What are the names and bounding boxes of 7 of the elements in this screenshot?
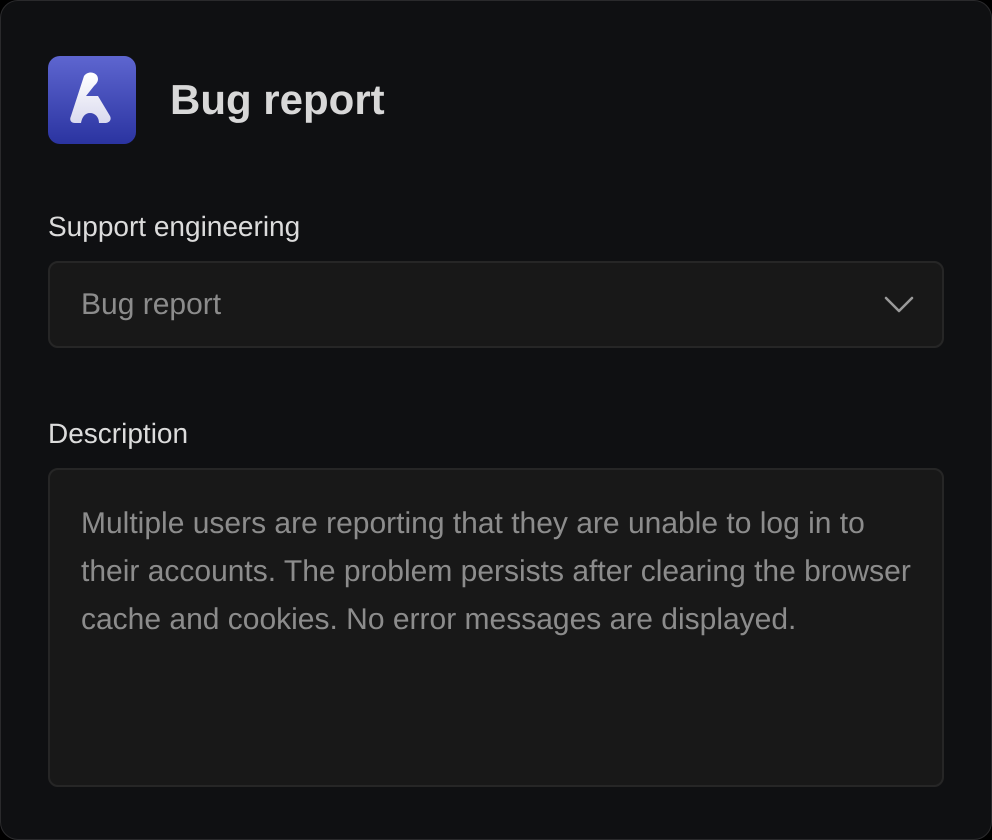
form-title: Bug report bbox=[170, 76, 385, 124]
description-field[interactable]: Multiple users are reporting that they are unable to log in to their accounts. The problem persists after clearing the browser cache and cookies. No error messages are displayed. bbox=[48, 468, 944, 787]
category-dropdown[interactable]: Bug report bbox=[48, 261, 944, 348]
chevron-down-icon bbox=[884, 296, 914, 314]
field-label: Description bbox=[48, 418, 190, 450]
field-label: Support engineering bbox=[48, 211, 302, 243]
app-logo-icon bbox=[48, 56, 136, 144]
